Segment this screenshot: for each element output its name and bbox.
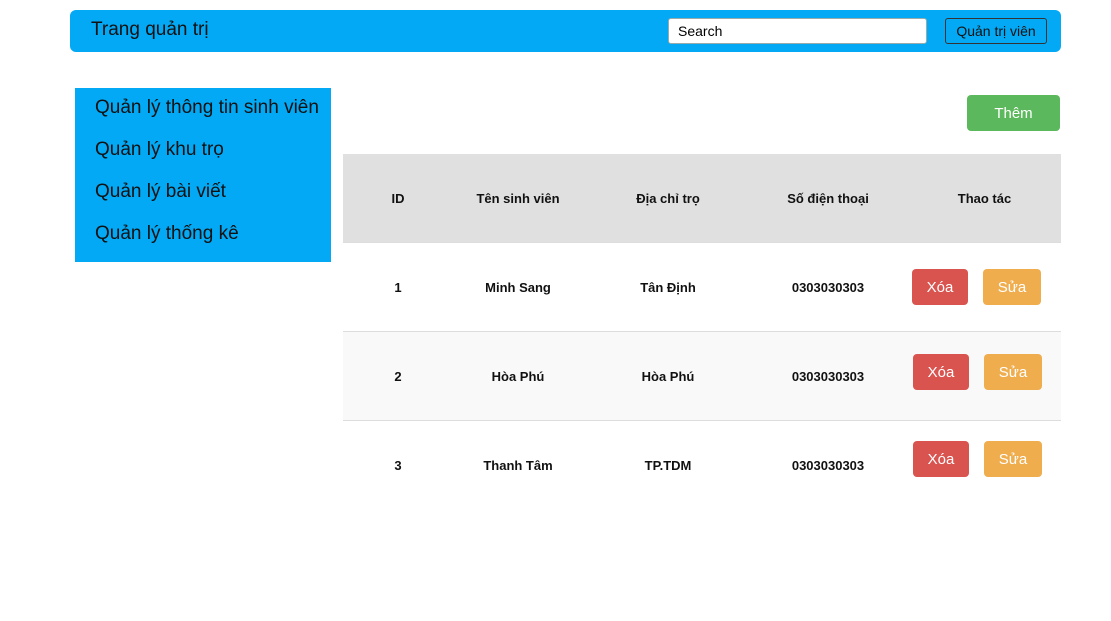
cell-phone: 0303030303 bbox=[791, 457, 865, 473]
sidebar: Quản lý thông tin sinh viên Quản lý khu … bbox=[75, 88, 331, 262]
students-table: ID Tên sinh viên Địa chỉ trọ Số điện tho… bbox=[343, 154, 1061, 509]
sidebar-item-lodgings[interactable]: Quản lý khu trọ bbox=[95, 139, 224, 161]
table-header: ID Tên sinh viên Địa chỉ trọ Số điện tho… bbox=[343, 154, 1061, 242]
column-header-address: Địa chỉ trọ bbox=[636, 190, 700, 206]
delete-button[interactable]: Xóa bbox=[913, 354, 969, 390]
column-header-actions: Thao tác bbox=[957, 190, 1012, 206]
cell-name: Hòa Phú bbox=[491, 368, 545, 384]
column-header-phone: Số điện thoại bbox=[787, 190, 869, 206]
cell-id: 1 bbox=[394, 279, 402, 295]
cell-address: Tân Định bbox=[640, 279, 696, 295]
edit-button[interactable]: Sửa bbox=[984, 441, 1042, 477]
cell-name: Minh Sang bbox=[485, 279, 551, 295]
column-header-name: Tên sinh viên bbox=[476, 190, 560, 206]
edit-button[interactable]: Sửa bbox=[983, 269, 1041, 305]
cell-address: Hòa Phú bbox=[641, 368, 695, 384]
cell-id: 2 bbox=[394, 368, 402, 384]
delete-button[interactable]: Xóa bbox=[912, 269, 968, 305]
column-header-id: ID bbox=[391, 190, 405, 206]
sidebar-item-statistics[interactable]: Quản lý thống kê bbox=[95, 223, 239, 245]
cell-address: TP.TDM bbox=[644, 457, 692, 473]
admin-button[interactable]: Quản trị viên bbox=[945, 18, 1047, 44]
cell-phone: 0303030303 bbox=[791, 279, 865, 295]
cell-name: Thanh Tâm bbox=[483, 457, 553, 473]
delete-button[interactable]: Xóa bbox=[913, 441, 969, 477]
sidebar-item-posts[interactable]: Quản lý bài viết bbox=[95, 181, 226, 203]
edit-button[interactable]: Sửa bbox=[984, 354, 1042, 390]
top-navbar: Trang quản trị Quản trị viên bbox=[70, 10, 1061, 52]
table-row: 3 Thanh Tâm TP.TDM 0303030303 Xóa Sửa bbox=[343, 420, 1061, 509]
search-input[interactable] bbox=[668, 18, 927, 44]
cell-id: 3 bbox=[394, 457, 402, 473]
table-row: 2 Hòa Phú Hòa Phú 0303030303 Xóa Sửa bbox=[343, 331, 1061, 420]
add-button[interactable]: Thêm bbox=[967, 95, 1060, 131]
sidebar-item-students[interactable]: Quản lý thông tin sinh viên bbox=[95, 97, 319, 119]
brand-title[interactable]: Trang quản trị bbox=[91, 19, 209, 41]
table-row: 1 Minh Sang Tân Định 0303030303 Xóa Sửa bbox=[343, 242, 1061, 331]
cell-phone: 0303030303 bbox=[791, 368, 865, 384]
